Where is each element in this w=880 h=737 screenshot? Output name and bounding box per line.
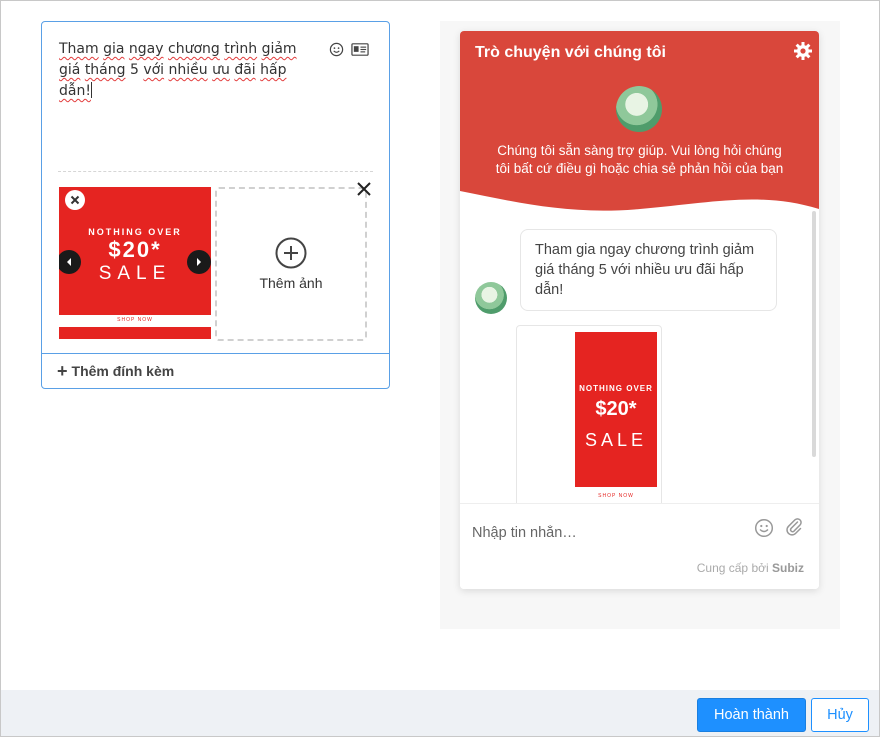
text-space: 5 (125, 62, 144, 78)
misspelled-word: giảm (261, 41, 297, 57)
close-icon (357, 182, 371, 196)
banner-line4: SHOP NOW (598, 493, 634, 499)
remove-attachments-button[interactable] (356, 181, 372, 197)
widget-input-area: Cung cấp bởi Subiz (460, 503, 819, 589)
banner-line2: $20* (595, 398, 637, 420)
chat-message-input[interactable] (472, 522, 742, 544)
misspelled-word: dẫn! (59, 83, 91, 99)
chat-message-bubble: Tham gia ngay chương trình giảm giá thán… (520, 229, 777, 311)
powered-by: Cung cấp bởi Subiz (697, 561, 804, 575)
chat-image-message[interactable]: NOTHING OVER $20* SALE SHOP NOW (516, 325, 662, 525)
attached-image-thumbnail[interactable]: NOTHING OVER $20* SALE SHOP NOW (59, 187, 211, 339)
gear-icon[interactable] (793, 41, 813, 61)
text-caret (90, 82, 92, 98)
cancel-button[interactable]: Hủy (811, 698, 869, 732)
emoji-icon[interactable] (754, 518, 774, 538)
add-photo-label: Thêm ảnh (259, 275, 323, 291)
banner-line1: NOTHING OVER (579, 384, 653, 393)
agent-avatar-large (616, 86, 662, 132)
chat-widget-preview: Trò chuyện với chúng tôi Chúng tôi sẵn s… (460, 31, 819, 589)
chat-scrollbar[interactable] (812, 211, 816, 457)
message-text-area[interactable]: Tham gia ngay chương trình giảm giá thán… (59, 39, 319, 102)
remove-image-button[interactable] (65, 190, 85, 210)
misspelled-word: tháng (84, 62, 126, 78)
widget-subtitle: Chúng tôi sẵn sàng trợ giúp. Vui lòng hỏ… (480, 142, 799, 178)
sale-banner-image: NOTHING OVER $20* SALE SHOP NOW (575, 332, 657, 524)
misspelled-word: ưu (212, 62, 230, 78)
powered-by-prefix: Cung cấp bởi (696, 561, 769, 575)
dashed-divider (58, 171, 373, 172)
thumb-line1: NOTHING OVER (88, 227, 182, 237)
add-attachment-button[interactable]: + Thêm đính kèm (42, 353, 389, 388)
powered-by-brand[interactable]: Subiz (772, 561, 804, 575)
done-button[interactable]: Hoàn thành (697, 698, 806, 732)
misspelled-word: trình (224, 41, 258, 57)
misspelled-word: nhiều (168, 62, 208, 78)
misspelled-word: gia (103, 41, 125, 57)
misspelled-word: hấp (260, 62, 287, 78)
misspelled-word: Tham (59, 41, 99, 57)
add-photo-button[interactable]: Thêm ảnh (215, 187, 367, 341)
caret-right-icon (197, 258, 201, 266)
widget-subtitle-line1: Chúng tôi sẵn sàng trợ giúp. Vui lòng hỏ… (497, 143, 782, 158)
paperclip-icon[interactable] (785, 517, 803, 537)
misspelled-word: chương (168, 41, 220, 57)
banner-line3: SALE (584, 430, 648, 450)
plus-icon: + (57, 360, 68, 381)
caret-left-icon (67, 258, 71, 266)
smile-icon[interactable] (327, 40, 345, 58)
add-attachment-label: Thêm đính kèm (71, 363, 175, 379)
close-circle-icon (66, 191, 84, 209)
contact-card-icon[interactable] (351, 40, 369, 58)
agent-avatar (475, 282, 507, 314)
misspelled-word: giá (59, 62, 81, 78)
widget-subtitle-line2: tôi bất cứ điều gì hoặc chia sẻ phản hồi… (495, 161, 784, 176)
misspelled-word: ngay (128, 41, 164, 57)
message-composer: Tham gia ngay chương trình giảm giá thán… (41, 21, 390, 389)
thumb-line4: SHOP NOW (117, 317, 153, 323)
widget-title: Trò chuyện với chúng tôi (475, 44, 666, 61)
misspelled-word: đãi (234, 62, 256, 78)
composer-tools (327, 40, 369, 58)
misspelled-word: với (143, 62, 165, 78)
plus-circle-icon (275, 237, 307, 269)
next-image-button[interactable] (187, 250, 211, 274)
